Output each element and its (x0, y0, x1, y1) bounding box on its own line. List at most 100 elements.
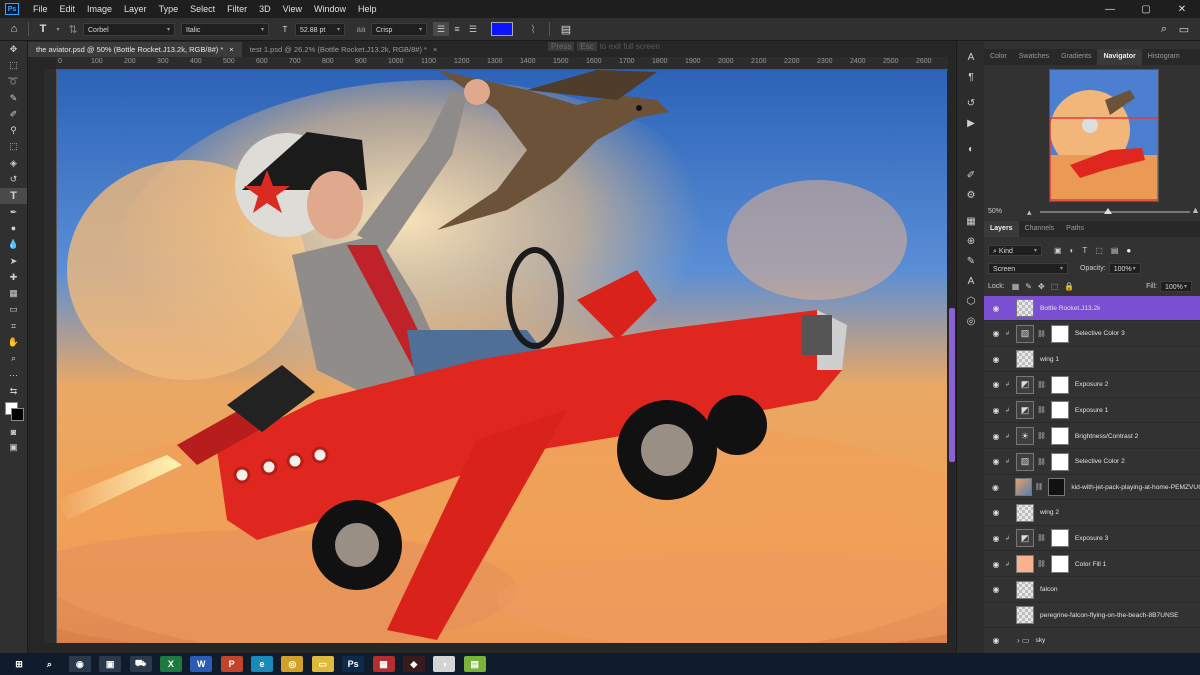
blend-mode-select[interactable]: Screen ▾ (988, 262, 1068, 274)
layer-row[interactable]: peregrine-falcon-flying-on-the-beach-8B7… (984, 603, 1200, 629)
layer-mask-thumbnail[interactable] (1050, 529, 1069, 548)
app-2-icon[interactable]: ▣ (99, 656, 122, 672)
align-center-button[interactable]: ≡ (449, 22, 465, 36)
adjustment-thumbnail-icon[interactable]: ▧ (1016, 324, 1034, 343)
menu-layer[interactable]: Layer (118, 0, 153, 18)
menu-view[interactable]: View (277, 0, 308, 18)
stamp-tool-icon[interactable]: ⚲ (0, 122, 27, 138)
layer-mask-thumbnail[interactable] (1050, 427, 1069, 445)
search-icon[interactable]: ⌕ (1154, 23, 1174, 36)
blur-tool-icon[interactable]: 💧 (0, 237, 27, 253)
mask-link-icon[interactable]: ⛓ (1037, 458, 1046, 466)
mask-link-icon[interactable]: ⛓ (1037, 534, 1046, 542)
more-tools-icon[interactable]: ⋯ (0, 367, 27, 383)
layer-name[interactable]: sky (1035, 637, 1045, 644)
menu-3d[interactable]: 3D (253, 0, 277, 18)
lock-transparency-icon[interactable]: ▦ (1012, 282, 1020, 291)
hand-tool-icon[interactable]: ✋ (0, 334, 27, 350)
align-right-button[interactable]: ☰ (465, 22, 481, 36)
layer-row[interactable]: ◉ Bottle Rocket.J13.2k (984, 296, 1200, 321)
navigator-zoom-slider[interactable] (1040, 211, 1190, 213)
lock-position-icon[interactable]: ✥ (1038, 282, 1045, 291)
character-panel-icon[interactable]: ▤ (556, 23, 576, 36)
menu-type[interactable]: Type (153, 0, 185, 18)
pixel-filter-icon[interactable]: ▣ (1054, 246, 1062, 255)
layer-row[interactable]: ◉ ↲ ☀ ⛓ Brightness/Contrast 2 (984, 424, 1200, 449)
visibility-eye-icon[interactable]: ◉ (989, 560, 1003, 569)
layer-name[interactable]: Brightness/Contrast 2 (1075, 433, 1138, 440)
close-tab-icon[interactable]: × (433, 45, 437, 54)
layer-mask-thumbnail[interactable] (1050, 324, 1069, 343)
menu-filter[interactable]: Filter (221, 0, 253, 18)
smart-object-filter-icon[interactable]: ▤ (1111, 246, 1119, 255)
font-size-select[interactable]: 52.88 pt ▾ (295, 22, 345, 36)
layer-thumbnail[interactable] (1016, 503, 1034, 522)
visibility-eye-icon[interactable]: ◉ (989, 534, 1003, 543)
artboard-tool-icon[interactable]: ⬚ (0, 57, 27, 73)
visibility-eye-icon[interactable]: ◉ (989, 483, 1002, 492)
scrollbar-thumb[interactable] (949, 308, 955, 462)
home-icon[interactable]: ⌂ (4, 23, 24, 35)
layer-thumbnail[interactable] (1014, 478, 1032, 497)
layer-name[interactable]: wing 2 (1040, 509, 1059, 516)
app-5-icon[interactable]: ◑ (433, 656, 456, 672)
powerpoint-icon[interactable]: P (220, 656, 243, 672)
fill-field[interactable]: 100% ▾ (1160, 280, 1192, 292)
navigator-zoom-value[interactable]: 50% (988, 208, 1002, 215)
layer-row[interactable]: ◉ falcon (984, 578, 1200, 603)
layer-thumbnail[interactable] (1016, 580, 1034, 599)
paragraph-panel-icon[interactable]: ¶ (957, 67, 985, 87)
layer-filter-select[interactable]: ⌕ Kind ▾ (988, 245, 1042, 256)
layer-row[interactable]: ◉ wing 2 (984, 501, 1200, 526)
history-brush-icon[interactable]: ↺ (0, 171, 27, 187)
tab-the-aviator[interactable]: the aviator.psd @ 50% (Bottle Rocket.J13… (28, 42, 242, 57)
adjustment-filter-icon[interactable]: ◐ (1070, 246, 1075, 255)
adjustment-thumbnail-icon[interactable]: ◩ (1016, 529, 1034, 548)
visibility-eye-icon[interactable]: ◉ (989, 355, 1003, 364)
brush-settings-icon[interactable]: ✐ (957, 165, 985, 185)
store-icon[interactable]: ⛟ (129, 656, 152, 672)
visibility-eye-icon[interactable]: ◉ (989, 508, 1003, 517)
tab-gradients[interactable]: Gradients (1055, 49, 1097, 65)
paths-panel-icon[interactable]: ✎ (957, 251, 985, 271)
type-filter-icon[interactable]: T (1082, 246, 1087, 255)
menu-edit[interactable]: Edit (54, 0, 82, 18)
layer-name[interactable]: Selective Color 2 (1075, 458, 1125, 465)
layer-name[interactable]: Exposure 2 (1075, 381, 1108, 388)
layer-name[interactable]: Exposure 1 (1075, 407, 1108, 414)
menu-file[interactable]: File (27, 0, 54, 18)
channels-panel-icon[interactable]: ⊕ (957, 231, 985, 251)
layer-mask-thumbnail[interactable] (1050, 401, 1069, 420)
lock-artboard-icon[interactable]: ⬚ (1051, 282, 1059, 291)
menu-select[interactable]: Select (184, 0, 221, 18)
mask-link-icon[interactable]: ⛓ (1037, 406, 1046, 414)
healing-brush-icon[interactable]: ✚ (0, 269, 27, 285)
layer-thumbnail[interactable] (1016, 555, 1034, 573)
layer-thumbnail[interactable] (1016, 606, 1034, 625)
type-tool-preset-icon[interactable]: T (33, 23, 53, 35)
layer-name[interactable]: Bottle Rocket.J13.2k (1040, 305, 1100, 312)
zoom-out-icon[interactable]: ▴ (1027, 207, 1032, 218)
font-family-select[interactable]: Corbel ▾ (83, 22, 175, 36)
visibility-eye-icon[interactable]: ◉ (989, 329, 1003, 338)
layer-name[interactable]: kid-with-jet-pack-playing-at-home-PEMZVU… (1071, 484, 1200, 491)
navigator-zoom-knob[interactable] (1104, 208, 1112, 214)
opacity-field[interactable]: 100% ▾ (1108, 262, 1141, 274)
adjustment-thumbnail-icon[interactable]: ◩ (1016, 401, 1034, 420)
layer-row[interactable]: ◉ ⛓ kid-with-jet-pack-playing-at-home-PEMZ… (984, 475, 1200, 501)
excel-icon[interactable]: X (159, 656, 182, 672)
edge-icon[interactable]: e (251, 656, 273, 672)
maximize-button[interactable]: ▢ (1128, 0, 1164, 18)
visibility-eye-icon[interactable]: ◉ (989, 406, 1003, 415)
visibility-eye-icon[interactable]: ◉ (989, 585, 1003, 594)
mask-link-icon[interactable]: ⛓ (1037, 381, 1046, 389)
menu-window[interactable]: Window (308, 0, 352, 18)
layer-mask-thumbnail[interactable] (1050, 452, 1069, 471)
filter-toggle-icon[interactable]: ● (1126, 246, 1131, 255)
layer-thumbnail[interactable] (1016, 299, 1034, 317)
adjustment-thumbnail-icon[interactable]: ◩ (1016, 375, 1034, 394)
visibility-eye-icon[interactable]: ◉ (989, 457, 1003, 466)
photoshop-icon[interactable]: Ps (342, 656, 365, 672)
mask-link-icon[interactable]: ⛓ (1037, 330, 1046, 338)
minimize-button[interactable]: — (1092, 0, 1128, 18)
